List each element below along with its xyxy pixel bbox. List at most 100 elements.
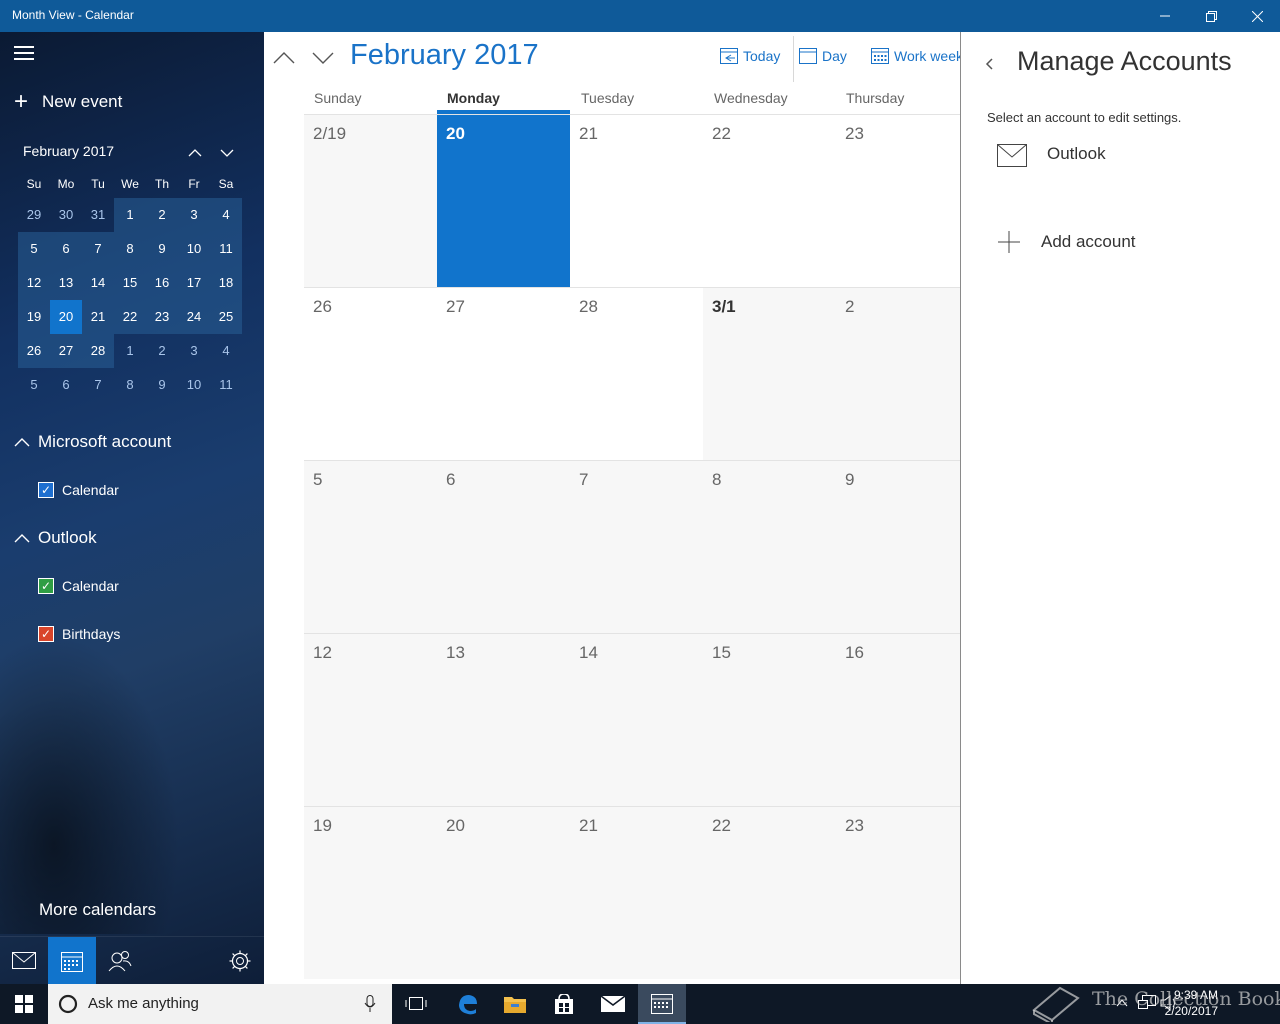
restore-button[interactable] (1188, 0, 1234, 32)
mini-calendar-day[interactable]: 21 (82, 300, 114, 334)
day-cell[interactable]: 20 (437, 114, 570, 287)
day-cell[interactable]: 22 (703, 806, 836, 979)
group-microsoft-account[interactable]: Microsoft account (14, 432, 171, 452)
mini-calendar-day[interactable]: 4 (210, 334, 242, 368)
day-cell[interactable]: 13 (437, 633, 570, 806)
settings-button[interactable] (216, 937, 264, 984)
mini-calendar-day[interactable]: 11 (210, 368, 242, 402)
day-cell[interactable]: 14 (570, 633, 703, 806)
mini-calendar-day[interactable]: 22 (114, 300, 146, 334)
mini-calendar-day[interactable]: 8 (114, 368, 146, 402)
mini-calendar-day[interactable]: 1 (114, 334, 146, 368)
mini-calendar-day[interactable]: 4 (210, 198, 242, 232)
checkbox-checked-icon[interactable]: ✓ (38, 578, 54, 594)
mini-calendar-day[interactable]: 2 (146, 334, 178, 368)
mini-calendar-day[interactable]: 9 (146, 368, 178, 402)
mini-calendar-day[interactable]: 28 (82, 334, 114, 368)
mini-calendar-day[interactable]: 29 (18, 198, 50, 232)
mini-calendar-day[interactable]: 23 (146, 300, 178, 334)
calendar-toggle-birthdays[interactable]: ✓ Birthdays (38, 626, 120, 642)
mini-calendar-day[interactable]: 7 (82, 232, 114, 266)
calendar-taskbar-button[interactable] (638, 984, 686, 1024)
mini-calendar-day[interactable]: 6 (50, 368, 82, 402)
day-cell[interactable]: 8 (703, 460, 836, 633)
day-cell[interactable]: 6 (437, 460, 570, 633)
start-button[interactable] (0, 984, 48, 1024)
mini-calendar-day[interactable]: 27 (50, 334, 82, 368)
mini-calendar-day[interactable]: 12 (18, 266, 50, 300)
hamburger-menu-icon[interactable] (14, 46, 34, 62)
mini-calendar-day[interactable]: 31 (82, 198, 114, 232)
calendar-toggle-outlook-calendar[interactable]: ✓ Calendar (38, 578, 119, 594)
day-cell[interactable]: 21 (570, 114, 703, 287)
day-cell[interactable]: 5 (304, 460, 437, 633)
mini-prev-month-button[interactable] (185, 143, 205, 163)
mail-taskbar-button[interactable] (589, 984, 637, 1024)
mini-calendar-day[interactable]: 7 (82, 368, 114, 402)
mini-calendar-day[interactable]: 1 (114, 198, 146, 232)
mini-calendar-day[interactable]: 15 (114, 266, 146, 300)
edge-browser-button[interactable] (443, 984, 491, 1024)
people-app-button[interactable] (96, 937, 144, 984)
day-cell[interactable]: 28 (570, 287, 703, 460)
day-cell[interactable]: 15 (703, 633, 836, 806)
minimize-button[interactable] (1142, 0, 1188, 32)
new-event-button[interactable]: + New event (14, 90, 122, 114)
mini-next-month-button[interactable] (217, 143, 237, 163)
mini-calendar-day[interactable]: 16 (146, 266, 178, 300)
work-week-view-button[interactable]: Work week (871, 47, 960, 64)
mini-calendar-day[interactable]: 25 (210, 300, 242, 334)
mini-calendar-day[interactable]: 3 (178, 198, 210, 232)
mini-calendar-day[interactable]: 19 (18, 300, 50, 334)
mini-calendar-day[interactable]: 14 (82, 266, 114, 300)
calendar-app-button[interactable] (48, 937, 96, 984)
file-explorer-button[interactable] (491, 984, 539, 1024)
mini-calendar-day[interactable]: 26 (18, 334, 50, 368)
next-month-button[interactable] (311, 46, 335, 70)
mini-calendar-day[interactable]: 30 (50, 198, 82, 232)
mini-calendar-day[interactable]: 18 (210, 266, 242, 300)
account-item-outlook[interactable]: Outlook (997, 144, 1106, 168)
day-cell[interactable]: 12 (304, 633, 437, 806)
today-button[interactable]: Today (720, 47, 780, 64)
mini-calendar-day[interactable]: 24 (178, 300, 210, 334)
add-account-button[interactable]: Add account (997, 230, 1136, 254)
day-cell[interactable]: 2 (836, 287, 960, 460)
mini-calendar-day[interactable]: 20 (50, 300, 82, 334)
mini-calendar-day[interactable]: 9 (146, 232, 178, 266)
day-cell[interactable]: 21 (570, 806, 703, 979)
checkbox-checked-icon[interactable]: ✓ (38, 626, 54, 642)
day-cell[interactable]: 23 (836, 114, 960, 287)
task-view-button[interactable] (392, 984, 440, 1024)
day-cell[interactable]: 2/19 (304, 114, 437, 287)
more-calendars-link[interactable]: More calendars (39, 900, 156, 920)
mini-calendar-day[interactable]: 13 (50, 266, 82, 300)
day-cell[interactable]: 19 (304, 806, 437, 979)
mini-calendar-day[interactable]: 10 (178, 232, 210, 266)
day-cell[interactable]: 9 (836, 460, 960, 633)
previous-month-button[interactable] (272, 46, 296, 70)
day-cell[interactable]: 3/1 (703, 287, 836, 460)
mini-calendar-day[interactable]: 10 (178, 368, 210, 402)
day-cell[interactable]: 7 (570, 460, 703, 633)
mini-calendar-day[interactable]: 6 (50, 232, 82, 266)
calendar-toggle-microsoft-calendar[interactable]: ✓ Calendar (38, 482, 119, 498)
back-button[interactable] (985, 56, 995, 77)
mini-calendar-day[interactable]: 5 (18, 368, 50, 402)
day-cell[interactable]: 16 (836, 633, 960, 806)
mini-calendar-day[interactable]: 8 (114, 232, 146, 266)
checkbox-checked-icon[interactable]: ✓ (38, 482, 54, 498)
day-cell[interactable]: 20 (437, 806, 570, 979)
mini-calendar-day[interactable]: 11 (210, 232, 242, 266)
day-cell[interactable]: 27 (437, 287, 570, 460)
mini-calendar-day[interactable]: 3 (178, 334, 210, 368)
day-cell[interactable]: 23 (836, 806, 960, 979)
day-cell[interactable]: 22 (703, 114, 836, 287)
mini-calendar-day[interactable]: 17 (178, 266, 210, 300)
group-outlook[interactable]: Outlook (14, 528, 97, 548)
mini-calendar-day[interactable]: 2 (146, 198, 178, 232)
day-view-button[interactable]: Day (799, 47, 847, 64)
search-box[interactable]: Ask me anything (48, 984, 392, 1024)
day-cell[interactable]: 26 (304, 287, 437, 460)
mail-app-button[interactable] (0, 937, 48, 984)
